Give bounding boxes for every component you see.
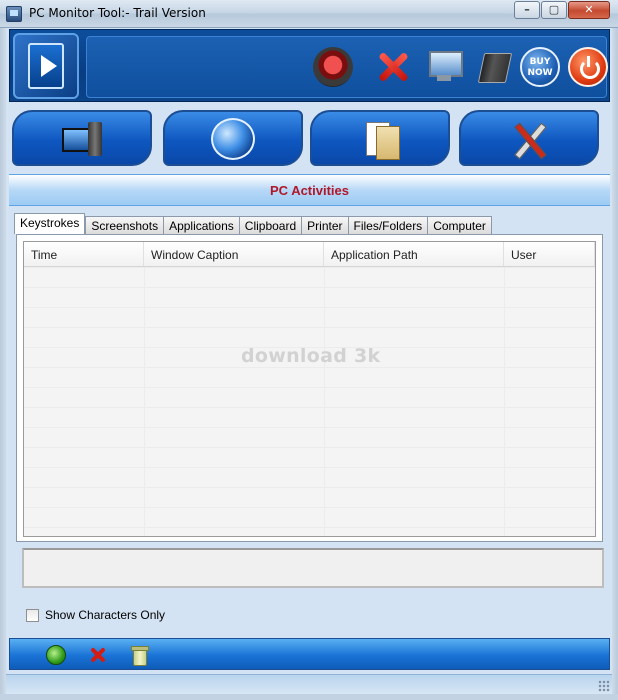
- column-header-user[interactable]: User: [504, 242, 595, 266]
- minimize-button[interactable]: –: [514, 1, 540, 19]
- activity-tabs: Keystrokes Screenshots Applications Clip…: [14, 213, 492, 234]
- tools-icon: [507, 118, 551, 160]
- tab-screenshots[interactable]: Screenshots: [85, 216, 165, 234]
- tab-files-folders[interactable]: Files/Folders: [347, 216, 429, 234]
- section-header: PC Activities: [9, 174, 610, 206]
- grid-column-divider: [324, 267, 325, 536]
- show-characters-only-checkbox[interactable]: [26, 608, 39, 622]
- window-title: PC Monitor Tool:- Trail Version: [29, 6, 206, 20]
- buy-now-label: BUY NOW: [527, 57, 553, 78]
- app-logo: [13, 33, 79, 99]
- column-header-time[interactable]: Time: [24, 242, 144, 266]
- documents-icon: [358, 118, 402, 160]
- bottom-action-bar: [9, 638, 610, 670]
- watermark: download 3k: [241, 345, 381, 367]
- detail-textbox[interactable]: [22, 548, 604, 588]
- title-bar: PC Monitor Tool:- Trail Version – ▢ ✕: [0, 0, 618, 28]
- resize-grip[interactable]: [598, 680, 610, 692]
- tab-computer[interactable]: Computer: [427, 216, 492, 234]
- column-header-window-caption[interactable]: Window Caption: [144, 242, 324, 266]
- power-icon[interactable]: [568, 47, 608, 87]
- record-icon[interactable]: [313, 47, 353, 87]
- window-frame-right: [612, 28, 618, 700]
- keystrokes-grid[interactable]: Time Window Caption Application Path Use…: [23, 241, 596, 537]
- show-characters-only-option[interactable]: Show Characters Only: [26, 608, 165, 622]
- section-title: PC Activities: [270, 183, 349, 198]
- globe-icon: [211, 118, 255, 160]
- nav-tabs: [9, 104, 610, 172]
- nav-tab-computer[interactable]: [12, 110, 152, 166]
- status-bar: [6, 674, 612, 694]
- nav-tab-documents[interactable]: [310, 110, 450, 166]
- app-icon: [6, 6, 22, 22]
- minimize-icon: –: [524, 3, 530, 16]
- header-toolbar: BUY NOW: [9, 29, 610, 102]
- keystrokes-panel: Time Window Caption Application Path Use…: [16, 234, 603, 542]
- nav-tab-tools[interactable]: [459, 110, 599, 166]
- buy-now-icon[interactable]: BUY NOW: [520, 47, 560, 87]
- column-header-application-path[interactable]: Application Path: [324, 242, 504, 266]
- delete-icon[interactable]: [88, 645, 108, 665]
- grid-body: [24, 267, 595, 536]
- client-area: BUY NOW PC Activities Keystrokes Screens…: [6, 28, 612, 694]
- tab-clipboard[interactable]: Clipboard: [238, 216, 303, 234]
- maximize-button[interactable]: ▢: [541, 1, 567, 19]
- monitor-icon[interactable]: [423, 47, 463, 87]
- grid-column-divider: [504, 267, 505, 536]
- clear-log-icon[interactable]: [129, 645, 149, 666]
- window-frame-bottom: [0, 694, 618, 700]
- cancel-icon[interactable]: [373, 47, 413, 87]
- show-characters-only-label[interactable]: Show Characters Only: [45, 608, 165, 622]
- close-icon: ✕: [584, 3, 594, 16]
- play-icon: [28, 43, 64, 89]
- refresh-icon[interactable]: [46, 645, 66, 665]
- grid-header: Time Window Caption Application Path Use…: [24, 242, 595, 267]
- window-controls: – ▢ ✕: [513, 1, 610, 19]
- maximize-icon: ▢: [548, 3, 560, 16]
- computer-icon: [60, 118, 104, 160]
- nav-tab-internet[interactable]: [163, 110, 303, 166]
- tab-printer[interactable]: Printer: [301, 216, 349, 234]
- tab-keystrokes[interactable]: Keystrokes: [14, 213, 86, 234]
- close-button[interactable]: ✕: [568, 1, 610, 19]
- tab-applications[interactable]: Applications: [163, 216, 240, 234]
- grid-column-divider: [144, 267, 145, 536]
- book-icon[interactable]: [473, 47, 513, 87]
